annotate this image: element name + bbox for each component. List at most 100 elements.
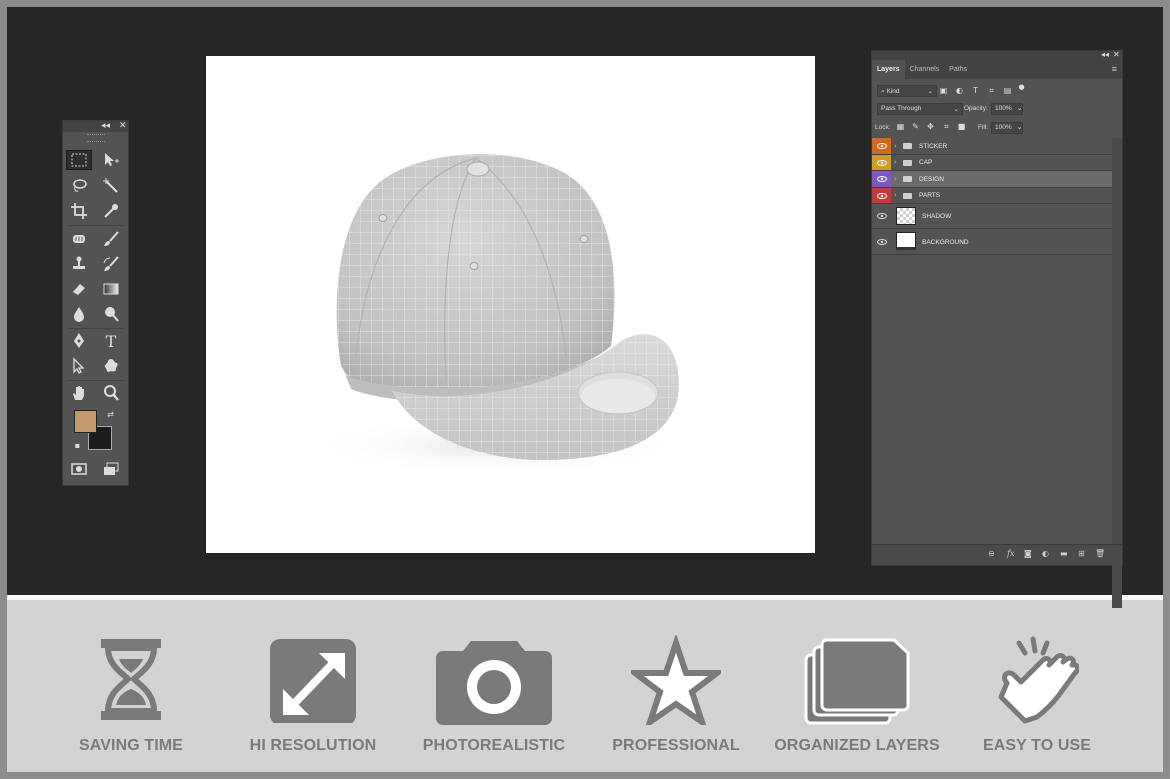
section-divider (7, 595, 1163, 600)
layer-row-background[interactable]: BACKGROUND (872, 229, 1112, 255)
star-icon (631, 635, 721, 725)
visibility-eye-icon[interactable] (872, 171, 891, 187)
foreground-color-swatch[interactable] (74, 410, 97, 433)
zoom-icon[interactable] (98, 383, 124, 403)
blend-mode-value: Pass Through (881, 105, 922, 112)
swap-colors-icon[interactable]: ⇄ (106, 410, 115, 419)
fill-value: 100% (995, 124, 1012, 131)
visibility-eye-icon[interactable] (872, 155, 891, 170)
magic-wand-icon[interactable] (98, 176, 124, 196)
feature-label: ORGANIZED LAYERS (774, 737, 940, 754)
expand-caret-icon[interactable]: › (894, 175, 897, 183)
crop-icon[interactable] (66, 201, 92, 221)
visibility-eye-icon[interactable] (872, 188, 891, 203)
close-icon[interactable]: ✕ (1113, 50, 1120, 59)
panel-grip[interactable] (86, 134, 105, 142)
pixel-filter-icon[interactable]: ▣ (939, 86, 948, 95)
panel-menu-icon[interactable]: ≡ (1112, 64, 1117, 74)
close-icon[interactable]: ✕ (119, 121, 127, 132)
expand-caret-icon[interactable]: › (894, 158, 897, 166)
new-layer-icon[interactable]: ⊞ (1078, 549, 1085, 558)
clone-stamp-icon[interactable] (66, 254, 92, 274)
layers-panel-footer: ⊖ fx ◙ ◐ ▬ ⊞ 🗑 (872, 544, 1122, 565)
fill-dropdown-icon[interactable]: ⌄ (1015, 123, 1024, 132)
custom-shape-icon[interactable] (98, 356, 124, 376)
expand-caret-icon[interactable]: › (894, 191, 897, 199)
camera-icon (436, 641, 552, 725)
lock-position-icon[interactable]: ✥ (926, 122, 935, 131)
layer-name: BACKGROUND (922, 239, 969, 246)
tools-panel-header: ◂◂ ✕ (63, 121, 128, 132)
blend-mode-select[interactable]: Pass Through ⌄ (877, 103, 963, 115)
smart-object-filter-icon[interactable]: ▤ (1003, 86, 1012, 95)
layer-row-sticker[interactable]: › STICKER (872, 138, 1112, 155)
delete-layer-icon[interactable]: 🗑 (1095, 549, 1105, 558)
history-brush-icon[interactable] (98, 254, 124, 274)
layers-scrollbar[interactable] (1112, 138, 1122, 608)
new-group-icon[interactable]: ▬ (1060, 549, 1068, 558)
lock-artboard-icon[interactable]: ⌗ (942, 122, 951, 131)
rectangular-marquee-icon[interactable] (66, 150, 92, 170)
lock-pixels-icon[interactable]: ✎ (911, 122, 920, 131)
move-icon[interactable] (98, 150, 124, 170)
filter-kind-value: Kind (886, 88, 900, 95)
feature-label: PHOTOREALISTIC (422, 737, 566, 754)
pen-icon[interactable] (66, 331, 92, 351)
document-canvas[interactable] (206, 56, 815, 553)
spot-healing-icon[interactable] (66, 229, 92, 249)
hand-icon[interactable] (66, 383, 92, 403)
type-filter-icon[interactable]: T (971, 86, 980, 95)
opacity-value: 100% (995, 105, 1012, 112)
layer-row-design[interactable]: › DESIGN (872, 171, 1112, 188)
fill-label: Fill: (978, 124, 989, 131)
layer-row-cap[interactable]: › CAP (872, 155, 1112, 171)
layer-style-icon[interactable]: fx (1007, 549, 1014, 558)
layer-thumbnail (896, 232, 916, 250)
blur-icon[interactable] (66, 304, 92, 324)
adjustment-filter-icon[interactable]: ◐ (955, 86, 964, 95)
lock-label: Lock: (875, 124, 891, 131)
cap-mockup-image (306, 154, 686, 476)
path-selection-icon[interactable] (66, 356, 92, 376)
screen-mode-icon[interactable] (98, 459, 124, 479)
eyedropper-icon[interactable] (98, 201, 124, 221)
tab-channels[interactable]: Channels (905, 60, 945, 79)
panel-tabs: Layers Channels Paths ≡ (872, 60, 1122, 79)
eraser-icon[interactable] (66, 279, 92, 299)
layer-row-shadow[interactable]: SHADOW (872, 204, 1112, 229)
dodge-icon[interactable] (98, 304, 124, 324)
layer-row-parts[interactable]: › PARTS (872, 188, 1112, 204)
folder-icon (903, 160, 912, 166)
visibility-eye-icon[interactable] (872, 229, 891, 254)
feature-label: EASY TO USE (982, 737, 1092, 754)
visibility-eye-icon[interactable] (872, 138, 891, 154)
collapse-icon[interactable]: ◂◂ (1101, 50, 1109, 59)
layer-thumbnail (896, 207, 916, 225)
opacity-dropdown-icon[interactable]: ⌄ (1015, 104, 1024, 113)
filter-kind-select[interactable]: ⌕ Kind ⌄ (877, 85, 937, 97)
quick-mask-icon[interactable] (66, 459, 92, 479)
tab-layers[interactable]: Layers (872, 60, 905, 79)
default-colors-icon[interactable]: ▪ (73, 441, 82, 450)
feature-label: PROFESSIONAL (612, 737, 740, 754)
shape-filter-icon[interactable]: ⌗ (987, 86, 996, 95)
lasso-icon[interactable] (66, 176, 92, 196)
gradient-icon[interactable] (98, 279, 124, 299)
tab-paths[interactable]: Paths (944, 60, 972, 79)
expand-icon (270, 639, 356, 723)
opacity-label: Opacity: (964, 105, 988, 112)
adjustment-layer-icon[interactable]: ◐ (1042, 549, 1049, 558)
lock-transparency-icon[interactable]: ▦ (896, 122, 905, 131)
brush-icon[interactable] (98, 229, 124, 249)
expand-caret-icon[interactable]: › (894, 142, 897, 150)
lock-all-icon[interactable]: ■ (957, 122, 966, 131)
link-layers-icon[interactable]: ⊖ (988, 549, 995, 558)
type-icon[interactable]: T (98, 331, 124, 351)
filter-toggle-icon[interactable]: ● (1017, 83, 1026, 92)
tap-hand-icon (998, 636, 1079, 724)
layer-name: STICKER (919, 143, 948, 150)
collapse-icon[interactable]: ◂◂ (101, 121, 110, 132)
layers-panel: ◂◂ ✕ Layers Channels Paths ≡ ⌕ Kind ⌄ ▣ … (871, 50, 1123, 608)
visibility-eye-icon[interactable] (872, 204, 891, 228)
add-mask-icon[interactable]: ◙ (1024, 549, 1032, 558)
